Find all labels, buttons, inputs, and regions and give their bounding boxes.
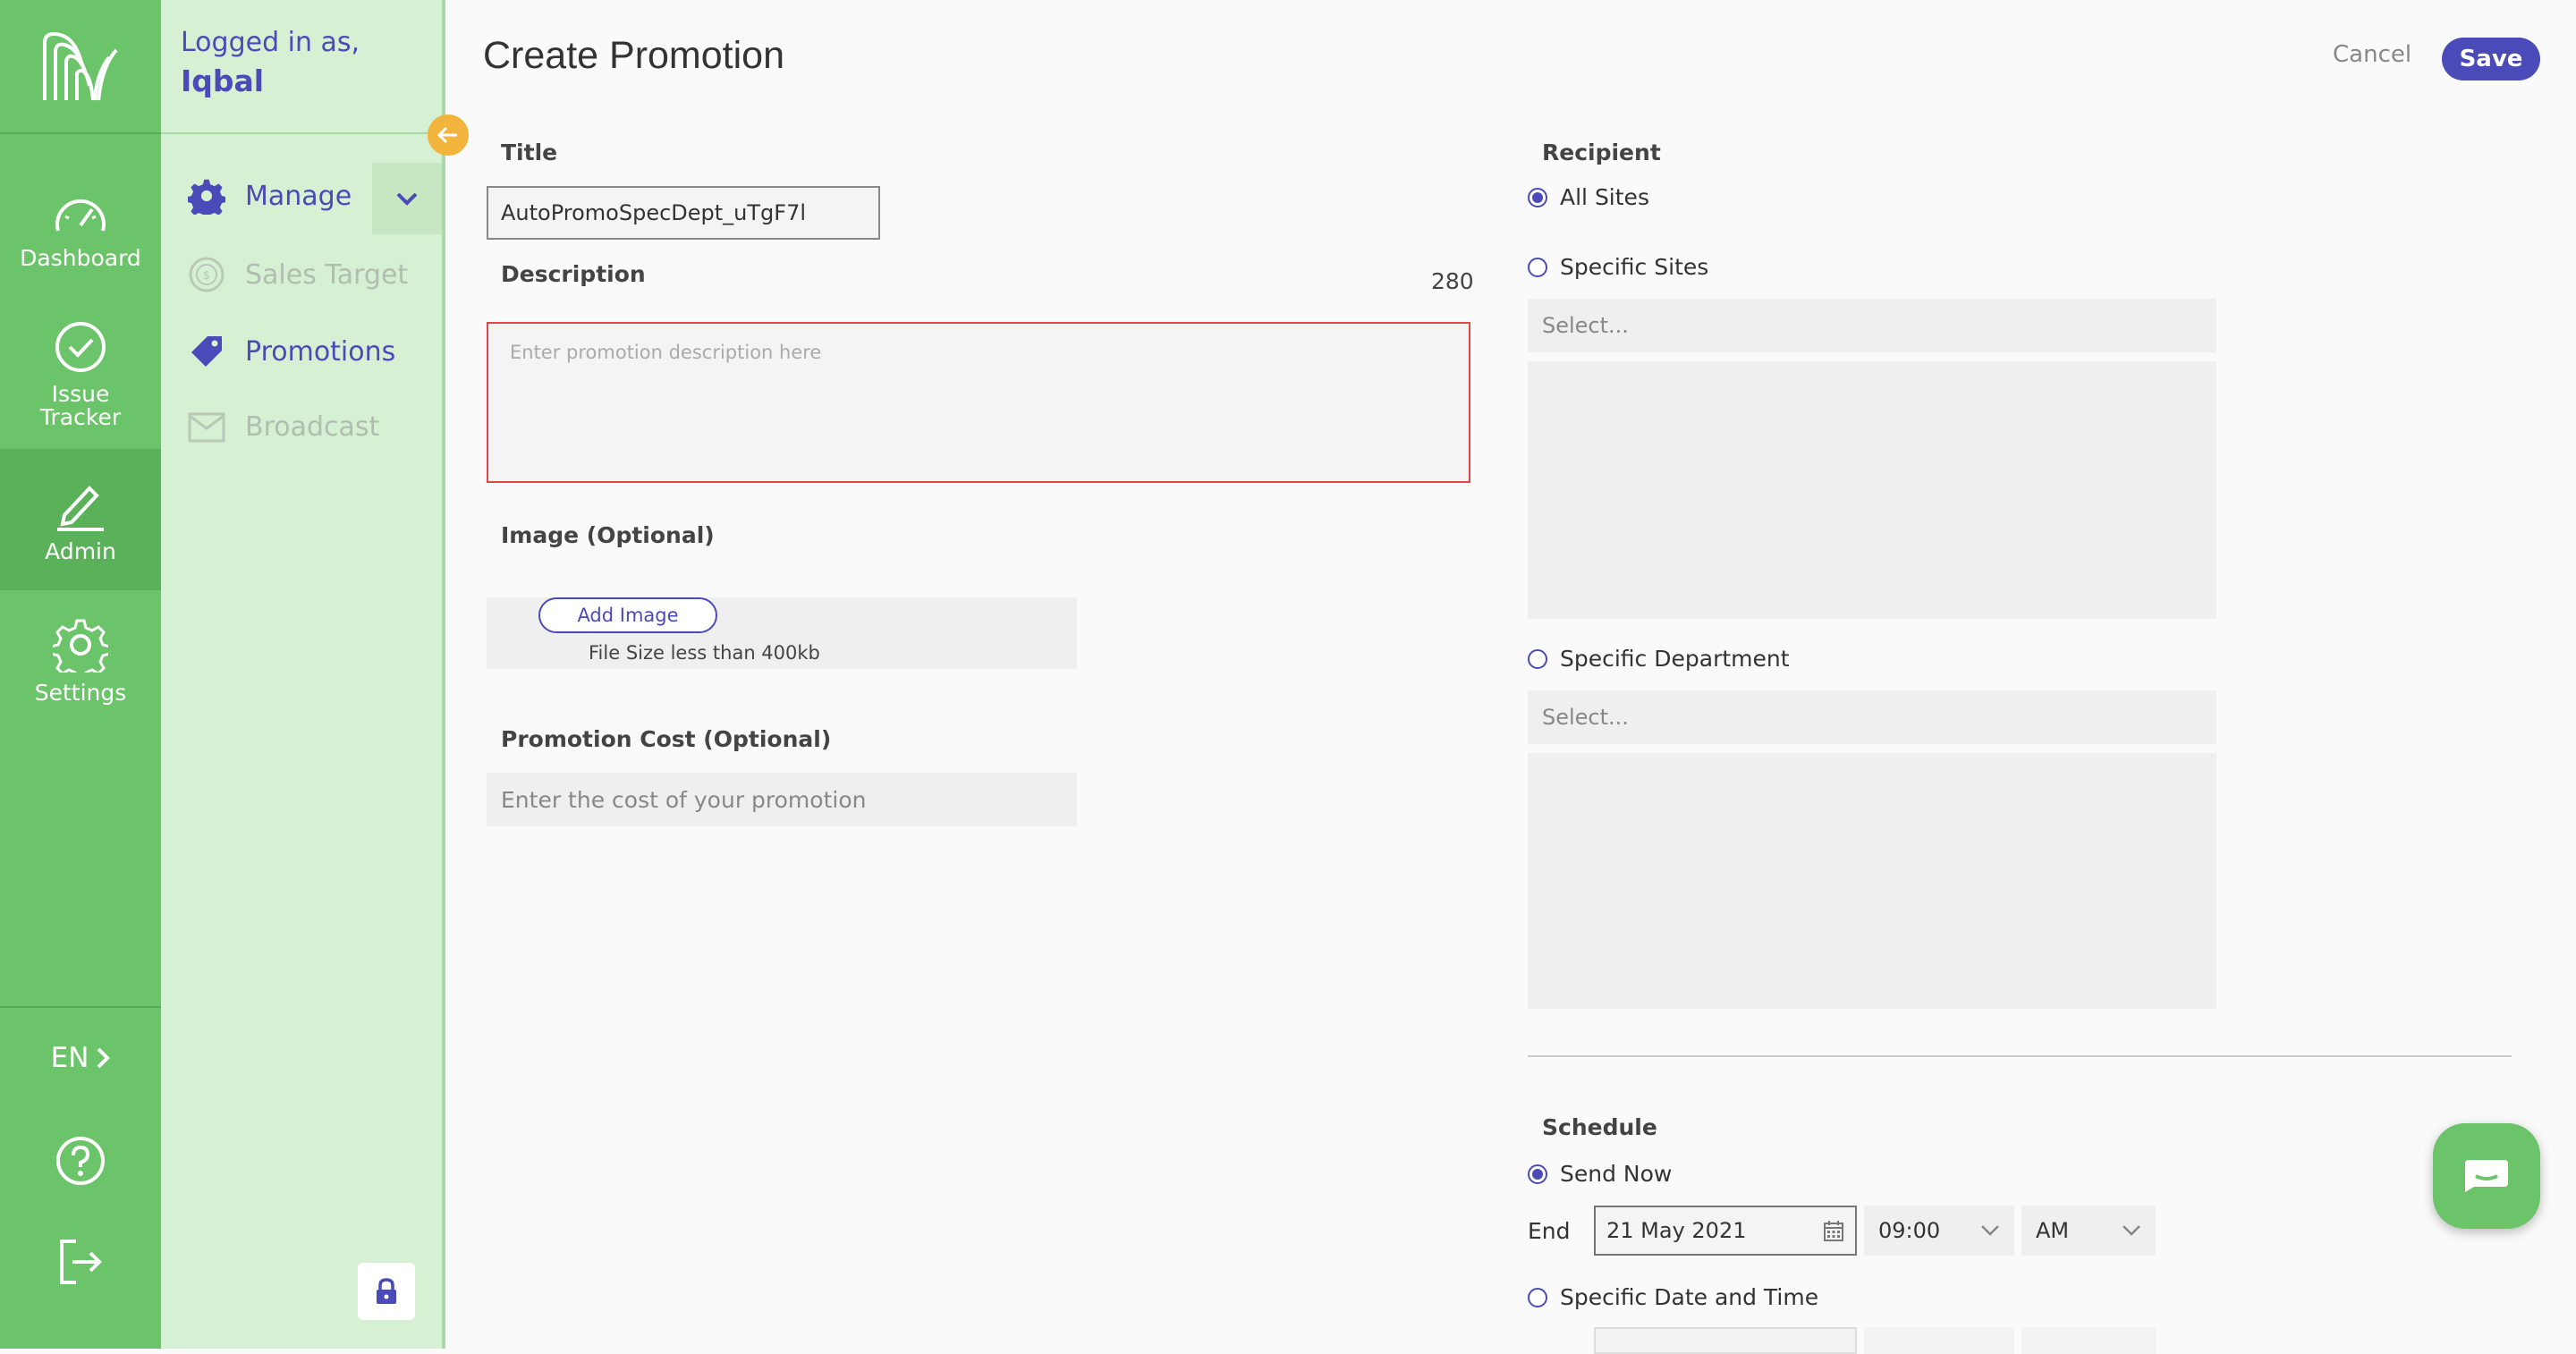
- arrow-left-icon: [436, 126, 457, 144]
- submenu-manage[interactable]: Manage: [188, 177, 352, 215]
- description-char-count: 280: [1431, 268, 1474, 294]
- submenu-item-broadcast[interactable]: Broadcast: [188, 411, 379, 443]
- submenu-divider: [161, 132, 442, 134]
- radio-indicator: [1528, 187, 1547, 207]
- schedule-label: Schedule: [1542, 1114, 1657, 1140]
- submenu-item-label: Sales Target: [245, 258, 409, 291]
- add-image-button[interactable]: Add Image: [538, 597, 717, 633]
- radio-label: Specific Department: [1560, 646, 1790, 672]
- title-label: Title: [501, 140, 558, 165]
- gauge-icon: [55, 199, 106, 232]
- page-title: Create Promotion: [483, 34, 784, 77]
- end-date-input[interactable]: 21 May 2021: [1594, 1206, 1857, 1256]
- recipient-label: Recipient: [1542, 140, 1661, 165]
- specific-department-select[interactable]: Select...: [1528, 690, 2216, 744]
- chevron-down-icon: [396, 192, 418, 206]
- cancel-button[interactable]: Cancel: [2333, 41, 2411, 68]
- coin-icon: $: [189, 257, 225, 292]
- gear-icon: [188, 179, 225, 215]
- radio-indicator: [1528, 648, 1547, 669]
- end-period-select[interactable]: AM: [2021, 1206, 2156, 1256]
- lock-button[interactable]: [358, 1263, 415, 1320]
- nav-issue-tracker[interactable]: Issue Tracker: [0, 320, 161, 429]
- submenu-item-sales-target[interactable]: $ Sales Target: [188, 256, 408, 293]
- logo-icon: [43, 31, 118, 101]
- specific-department-list: [1528, 753, 2216, 1009]
- end-label: End: [1528, 1218, 1571, 1244]
- nav-dashboard[interactable]: Dashboard: [0, 190, 161, 270]
- collapse-sidebar-button[interactable]: [428, 114, 469, 156]
- save-button[interactable]: Save: [2442, 38, 2540, 80]
- description-label: Description: [501, 261, 646, 287]
- description-field[interactable]: [487, 322, 1470, 483]
- gear-icon: [53, 619, 108, 673]
- chevron-down-icon: [1981, 1225, 1999, 1236]
- recipient-specific-sites-radio[interactable]: Specific Sites: [1528, 254, 1708, 280]
- start-time-select[interactable]: [1864, 1327, 2014, 1354]
- nav-label: Settings: [34, 680, 127, 706]
- chevron-right-icon: [97, 1047, 111, 1069]
- user-info: Logged in as, Iqbal: [181, 27, 360, 98]
- nav-label: Admin: [45, 538, 116, 564]
- recipient-specific-department-radio[interactable]: Specific Department: [1528, 646, 1790, 672]
- logout-button[interactable]: [0, 1238, 161, 1286]
- start-period-select[interactable]: [2021, 1327, 2156, 1354]
- specific-sites-list: [1528, 361, 2216, 619]
- specific-sites-select[interactable]: Select...: [1528, 299, 2216, 352]
- language-label: EN: [50, 1042, 89, 1074]
- end-time-select[interactable]: 09:00: [1864, 1206, 2014, 1256]
- help-button[interactable]: [0, 1136, 161, 1186]
- end-time-value: 09:00: [1878, 1218, 1941, 1243]
- check-circle-icon: [55, 322, 106, 372]
- end-date-value: 21 May 2021: [1606, 1218, 1747, 1243]
- schedule-specific-radio[interactable]: Specific Date and Time: [1528, 1284, 1818, 1310]
- radio-indicator: [1528, 257, 1547, 277]
- radio-label: Specific Date and Time: [1560, 1284, 1819, 1310]
- file-size-note: File Size less than 400kb: [589, 642, 820, 664]
- app-logo[interactable]: [0, 0, 161, 132]
- submenu-item-promotions[interactable]: Promotions: [188, 333, 395, 370]
- rail-divider: [0, 132, 161, 134]
- nav-admin[interactable]: Admin: [0, 449, 161, 590]
- schedule-send-now-radio[interactable]: Send Now: [1528, 1161, 1672, 1187]
- language-switcher[interactable]: EN: [0, 1042, 161, 1074]
- admin-submenu: Logged in as, Iqbal Manage $ Sales Targe…: [161, 0, 469, 1349]
- image-label: Image (Optional): [501, 522, 715, 548]
- rail-divider: [0, 1006, 161, 1008]
- svg-text:$: $: [203, 269, 210, 283]
- cost-input[interactable]: [487, 773, 1077, 826]
- manage-expand-toggle[interactable]: [372, 163, 442, 234]
- radio-indicator: [1528, 1164, 1547, 1184]
- start-date-input[interactable]: [1594, 1327, 1857, 1354]
- logged-in-label: Logged in as,: [181, 27, 360, 58]
- calendar-icon[interactable]: [1823, 1219, 1844, 1242]
- nav-label: Issue Tracker: [39, 381, 122, 430]
- logout-icon: [60, 1240, 102, 1284]
- cost-label: Promotion Cost (Optional): [501, 726, 832, 752]
- radio-label: Specific Sites: [1560, 254, 1709, 280]
- nav-settings[interactable]: Settings: [0, 617, 161, 705]
- tag-icon: [191, 336, 222, 367]
- section-divider: [1528, 1055, 2512, 1057]
- submenu-item-label: Promotions: [245, 335, 396, 368]
- radio-label: All Sites: [1560, 184, 1649, 210]
- chevron-down-icon: [2123, 1225, 2140, 1236]
- user-name: Iqbal: [181, 63, 265, 98]
- main-content: Create Promotion Cancel Save Title Descr…: [445, 0, 2576, 1354]
- mail-icon: [188, 412, 225, 442]
- chat-icon: [2465, 1160, 2508, 1192]
- lock-icon: [377, 1278, 396, 1304]
- submenu-item-label: Broadcast: [245, 411, 380, 443]
- recipient-all-sites-radio[interactable]: All Sites: [1528, 184, 1649, 210]
- help-icon: [56, 1137, 105, 1185]
- pencil-icon: [57, 486, 104, 531]
- title-input[interactable]: [487, 186, 880, 240]
- radio-label: Send Now: [1560, 1161, 1673, 1187]
- submenu-manage-label: Manage: [245, 180, 352, 212]
- radio-indicator: [1528, 1287, 1547, 1307]
- nav-label: Dashboard: [20, 245, 141, 271]
- main-nav-rail: Dashboard Issue Tracker Admin Settings E…: [0, 0, 161, 1349]
- end-period-value: AM: [2036, 1218, 2070, 1243]
- chat-button[interactable]: [2433, 1123, 2540, 1229]
